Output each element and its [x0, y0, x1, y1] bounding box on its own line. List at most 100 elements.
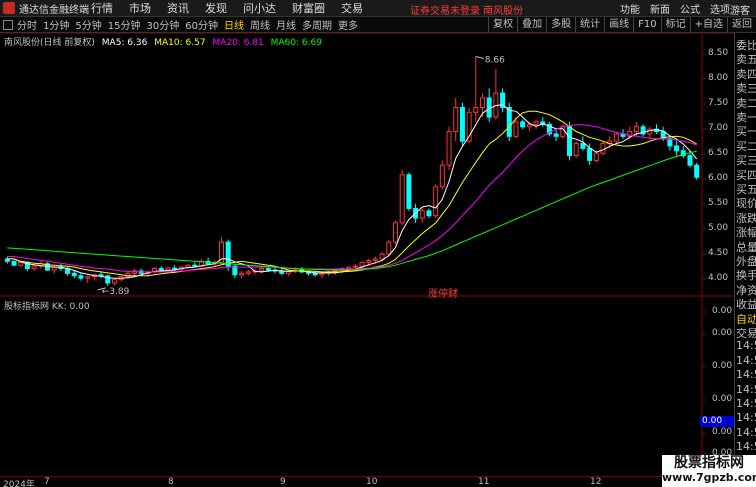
candle-body [613, 133, 619, 142]
legend-ma10: MA10: 6.57 [154, 38, 206, 48]
period-1min[interactable]: 1分钟 [43, 17, 69, 32]
layout-icon[interactable] [3, 19, 13, 30]
candle-body [566, 126, 573, 157]
indicator-tick: 0.00 [712, 394, 733, 404]
menu-item-zixun[interactable]: 资讯 [167, 0, 189, 16]
candle-body [459, 107, 465, 142]
watermark: 股票指标网 www.7gpzb.com [662, 455, 756, 487]
high-arrow [475, 56, 484, 60]
ma-line-ma20 [7, 124, 697, 273]
trade-login-alert[interactable]: 证券交易未登录 南风股份 [410, 2, 523, 17]
candle-body [526, 123, 532, 128]
period-5min[interactable]: 5分钟 [75, 17, 101, 32]
candle-body [587, 147, 593, 161]
price-tick: 4.00 [708, 273, 729, 283]
tool-duogu[interactable]: 多股 [546, 17, 575, 33]
menu-item-faxian[interactable]: 发现 [205, 0, 227, 16]
indicator-legend: 股标指标网 KK: 0.00 [4, 302, 90, 312]
candle-body [359, 261, 365, 267]
period-30min[interactable]: 30分钟 [146, 17, 179, 32]
date-tick: 12 [590, 477, 602, 487]
candle-body [158, 268, 164, 271]
candle-body [506, 107, 512, 137]
menu-item-shichang[interactable]: 市场 [129, 0, 151, 16]
guest-label[interactable]: 游客 [730, 2, 750, 17]
period-15min[interactable]: 15分钟 [108, 17, 141, 32]
candle-body [11, 260, 17, 266]
menu-item-gongshi[interactable]: 公式 [680, 1, 700, 16]
candle-body [245, 271, 251, 274]
candle-body [533, 121, 539, 125]
side-label: 14:56 [736, 339, 756, 353]
menu-item-wenxiaoda[interactable]: 问小达 [243, 0, 276, 16]
watermark-url: www.7gpzb.com [662, 471, 756, 484]
tool-tongji[interactable]: 统计 [575, 17, 604, 33]
watermark-title: 股票指标网 [674, 455, 744, 471]
candle-body [172, 267, 178, 270]
menu-item-hangqing[interactable]: 行情 [91, 0, 113, 16]
candle-body [593, 152, 599, 161]
menu-item-xuanxiang[interactable]: 选项 [710, 1, 730, 16]
menu-item-xinmian[interactable]: 新面 [650, 1, 670, 16]
date-tick: 9 [280, 477, 286, 487]
price-tick: 8.50 [708, 48, 729, 58]
candle-body [265, 268, 271, 271]
period-60min[interactable]: 60分钟 [185, 17, 218, 32]
date-tick: 10 [366, 477, 378, 487]
period-multi[interactable]: 多周期 [302, 17, 332, 32]
tool-fuquan[interactable]: 复权 [488, 17, 517, 33]
candle-body [225, 241, 231, 267]
price-tick: 7.00 [708, 123, 729, 133]
tool-add-watchlist[interactable]: +自选 [689, 17, 727, 33]
date-axis: 2024年 7 8 9 10 11 12 [0, 476, 734, 487]
period-more[interactable]: 更多 [338, 17, 358, 32]
candle-body [647, 128, 653, 135]
tool-f10[interactable]: F10 [633, 17, 660, 33]
period-daily[interactable]: 日线 [224, 17, 244, 32]
indicator-tick: 0.00 [712, 328, 733, 338]
candle-body [85, 276, 91, 279]
candle-body [399, 174, 405, 224]
indicator-tick: 0.00 [712, 361, 733, 371]
chart-tools: 复权 叠加 多股 统计 画线 F10 标记 +自选 返回 [488, 17, 756, 33]
indicator-tick: 0.00 [712, 306, 733, 316]
period-monthly[interactable]: 月线 [276, 17, 296, 32]
chart-grid [0, 33, 734, 476]
quote-side-panel: 委比 卖五 卖四 卖三 卖二 卖一 买一 买二 买三 买四 买五 现价 涨跌 涨幅 总量 外盘 换手 净资 收益 自动… [734, 33, 756, 487]
candle-body [600, 143, 606, 154]
candle-body [446, 131, 452, 166]
menu-bar: 通达信金融终端 行情 市场 资讯 发现 问小达 财富圈 交易 证券交易未登录 南… [0, 0, 756, 17]
price-tick: 6.50 [708, 148, 729, 158]
legend-ma20: MA20: 6.81 [212, 38, 264, 48]
legend-stock: 南风股份(日线 前复权) [4, 38, 95, 48]
period-weekly[interactable]: 周线 [250, 17, 270, 32]
price-tick: 4.50 [708, 248, 729, 258]
side-label: 14:56 [736, 411, 756, 425]
zhang-ting-label: 涨停财 [428, 289, 458, 300]
low-price-label: ←3.89 [102, 287, 130, 297]
candle-body [687, 155, 693, 166]
tool-biaoji[interactable]: 标记 [660, 17, 690, 33]
app-logo-icon [3, 2, 15, 14]
chart-legend: 南风股份(日线 前复权) MA5: 6.36 MA10: 6.57 MA20: … [4, 35, 326, 48]
price-tick: 8.00 [708, 73, 729, 83]
tool-huaxian[interactable]: 画线 [604, 17, 633, 33]
side-label: 14:56 [736, 397, 756, 410]
candle-body [312, 272, 318, 276]
candle-body [674, 145, 680, 152]
tool-back[interactable]: 返回 [727, 17, 756, 33]
menu-item-jiaoyi[interactable]: 交易 [341, 0, 363, 16]
candle-body [366, 259, 372, 263]
candle-body [185, 264, 191, 268]
menu-item-caifuquan[interactable]: 财富圈 [292, 0, 325, 16]
candle-body [105, 275, 111, 284]
candle-body [111, 279, 117, 284]
tool-diejia[interactable]: 叠加 [517, 17, 546, 33]
price-tick: 5.50 [708, 198, 729, 208]
menu-item-gongneng[interactable]: 功能 [620, 1, 640, 16]
candle-body [513, 121, 519, 137]
kline-chart[interactable]: 8.66 ←3.89 [0, 33, 734, 476]
period-fenshi[interactable]: 分时 [17, 17, 37, 32]
app-title: 通达信金融终端 [19, 4, 89, 16]
side-label: 14:56 [736, 368, 756, 382]
